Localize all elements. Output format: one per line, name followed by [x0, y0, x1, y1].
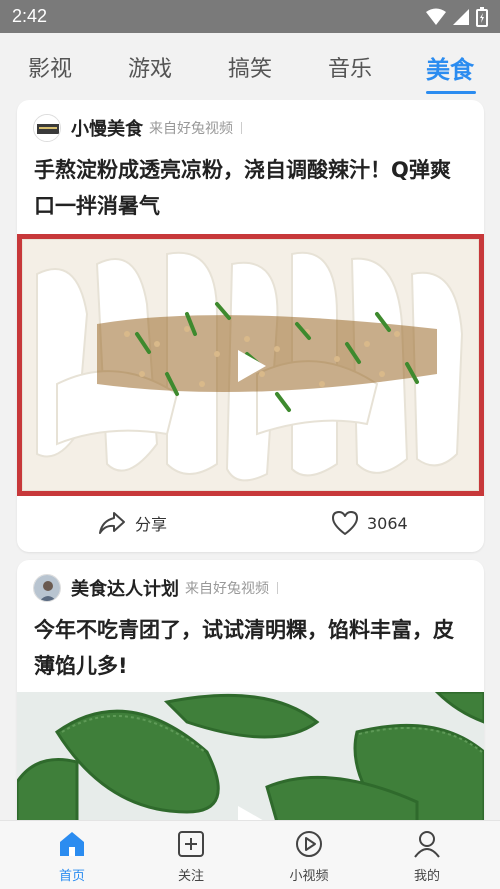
tab-youxi[interactable]: 游戏	[128, 51, 172, 83]
status-bar: 2:42	[0, 0, 500, 33]
play-icon[interactable]	[236, 348, 268, 384]
tab-gaoxiao[interactable]: 搞笑	[228, 51, 272, 83]
heart-icon	[332, 511, 358, 535]
video-thumbnail[interactable]	[17, 692, 484, 820]
status-time: 2:42	[12, 6, 48, 26]
bottom-navigation: 首页 关注 小视频 我的	[0, 820, 500, 889]
video-feed[interactable]: 小慢美食 来自好兔视频 手熬淀粉成透亮凉粉，浇自调酸辣汁！Q弹爽口一拌消暑气 分…	[0, 100, 500, 820]
battery-icon	[476, 7, 488, 27]
home-icon	[60, 832, 84, 856]
nav-follow[interactable]: 关注	[151, 829, 231, 884]
share-button[interactable]: 分享	[97, 510, 167, 536]
category-tabs: 影视 游戏 搞笑 音乐 美食	[0, 33, 500, 97]
tab-yinyue[interactable]: 音乐	[328, 51, 372, 83]
author-name[interactable]: 美食达人计划	[71, 575, 179, 601]
like-button[interactable]: 3064	[331, 510, 408, 536]
status-icons	[426, 7, 488, 27]
play-icon[interactable]	[236, 804, 268, 820]
user-icon	[414, 831, 440, 858]
tab-yingshi[interactable]: 影视	[28, 51, 72, 83]
video-title[interactable]: 手熬淀粉成透亮凉粉，浇自调酸辣汁！Q弹爽口一拌消暑气	[34, 152, 464, 224]
signal-icon	[453, 9, 469, 25]
divider	[241, 122, 242, 134]
nav-follow-label: 关注	[177, 869, 204, 884]
follow-plus-icon	[178, 831, 204, 857]
card-header: 小慢美食 来自好兔视频	[33, 114, 242, 142]
play-circle-icon	[296, 831, 322, 857]
source-label: 来自好兔视频	[149, 121, 233, 137]
author-name[interactable]: 小慢美食	[71, 115, 143, 141]
feed-card[interactable]: 小慢美食 来自好兔视频 手熬淀粉成透亮凉粉，浇自调酸辣汁！Q弹爽口一拌消暑气 分…	[17, 100, 484, 552]
card-actions: 分享 3064	[17, 496, 484, 552]
video-title[interactable]: 今年不吃青团了，试试清明粿，馅料丰富，皮薄馅儿多!	[34, 612, 464, 684]
avatar[interactable]	[33, 574, 61, 602]
avatar[interactable]	[33, 114, 61, 142]
nav-short-video[interactable]: 小视频	[269, 829, 349, 884]
nav-short-video-label: 小视频	[289, 869, 329, 884]
nav-me[interactable]: 我的	[387, 829, 467, 884]
tab-meishi[interactable]: 美食	[426, 50, 474, 85]
feed-card[interactable]: 美食达人计划 来自好兔视频 今年不吃青团了，试试清明粿，馅料丰富，皮薄馅儿多!	[17, 560, 484, 820]
active-tab-indicator	[426, 91, 476, 94]
wifi-icon	[426, 8, 446, 25]
like-count: 3064	[367, 513, 408, 533]
divider	[277, 582, 278, 594]
card-header: 美食达人计划 来自好兔视频	[33, 574, 278, 602]
share-icon	[99, 512, 125, 534]
nav-home-label: 首页	[58, 869, 85, 884]
source-label: 来自好兔视频	[185, 581, 269, 597]
nav-me-label: 我的	[413, 869, 440, 884]
nav-home[interactable]: 首页	[32, 829, 112, 884]
share-label: 分享	[135, 515, 168, 534]
video-thumbnail[interactable]	[17, 234, 484, 496]
